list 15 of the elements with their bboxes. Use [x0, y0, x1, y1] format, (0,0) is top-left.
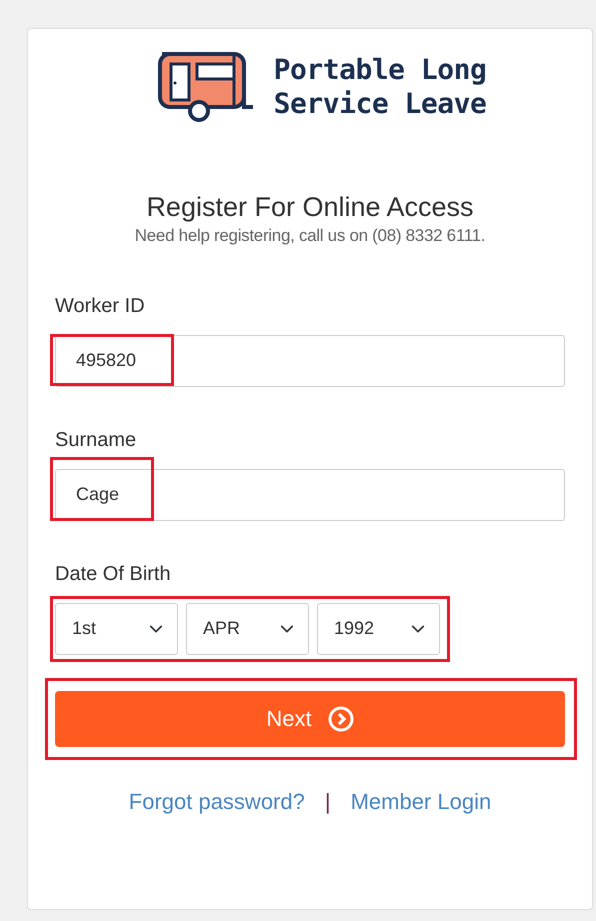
- field-label: Surname: [55, 428, 136, 452]
- dropdown[interactable]: APR: [186, 602, 309, 654]
- link[interactable]: Member Login: [350, 784, 492, 818]
- input-field[interactable]: 495820: [55, 334, 565, 386]
- input-field[interactable]: Cage: [55, 468, 565, 520]
- field-label: Date Of Birth: [55, 562, 171, 586]
- separator: |: [324, 788, 331, 816]
- help-text: Need help registering, call us on (08) 8332 6111.: [134, 225, 486, 247]
- page-heading: Register For Online Access: [145, 191, 475, 223]
- chevron-circle-icon: [328, 706, 354, 732]
- field-label: Worker ID: [55, 294, 145, 318]
- dropdown[interactable]: 1st: [55, 602, 178, 654]
- dropdown[interactable]: 1992: [317, 602, 440, 654]
- brand-name: Portable Long Service Leave: [274, 53, 486, 121]
- link[interactable]: Forgot password?: [128, 784, 305, 818]
